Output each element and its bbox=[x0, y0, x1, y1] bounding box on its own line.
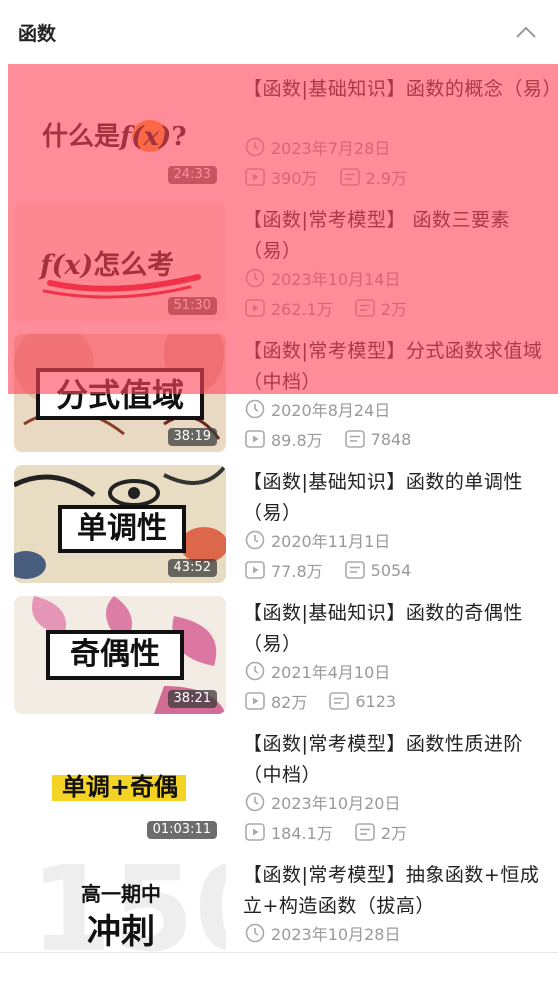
video-title[interactable]: 【函数|基础知识】函数的概念（易） bbox=[243, 74, 558, 105]
publish-date: 2021年4月10日 bbox=[245, 660, 390, 682]
play-count: 77.8万 bbox=[245, 558, 323, 582]
date-text: 2023年10月28日 bbox=[271, 925, 401, 944]
video-title[interactable]: 【函数|基础知识】函数的奇偶性（易） bbox=[243, 598, 553, 660]
danmaku-icon bbox=[339, 168, 360, 186]
thumbnail-caption: 单调性 bbox=[77, 511, 167, 546]
video-item[interactable]: 奇偶性 38:21 【函数|基础知识】函数的奇偶性（易） 2021年4月10日 … bbox=[0, 588, 558, 719]
thumbnail-caption-main: 冲刺 bbox=[87, 912, 155, 952]
play-count-icon bbox=[245, 561, 265, 579]
duration-badge: 38:19 bbox=[167, 428, 217, 446]
clock-icon bbox=[245, 530, 265, 550]
video-title[interactable]: 【函数|常考模型】 函数三要素（易） bbox=[243, 205, 553, 267]
chevron-up-icon[interactable] bbox=[512, 18, 540, 46]
play-count: 82万 bbox=[245, 689, 307, 713]
danmaku-count: 5054 bbox=[344, 561, 411, 580]
video-stats: 77.8万 5054 bbox=[245, 559, 411, 581]
video-stats: 262.1万 2万 bbox=[245, 297, 407, 319]
date-text: 2020年11月1日 bbox=[271, 532, 391, 551]
play-count-icon bbox=[245, 692, 265, 710]
video-thumbnail[interactable]: f(x)怎么考 51:30 bbox=[14, 203, 226, 321]
video-title[interactable]: 【函数|基础知识】函数的单调性（易） bbox=[243, 467, 553, 529]
danmaku-icon bbox=[344, 430, 365, 448]
danmaku-count: 7848 bbox=[344, 430, 411, 449]
date-text: 2021年4月10日 bbox=[271, 663, 391, 682]
video-stats: 184.1万 2万 bbox=[245, 821, 407, 843]
duration-badge: 43:52 bbox=[167, 559, 217, 577]
publish-date: 2023年10月28日 bbox=[245, 922, 400, 944]
publish-date: 2020年11月1日 bbox=[245, 529, 390, 551]
video-item[interactable]: f(x)怎么考 51:30 【函数|常考模型】 函数三要素（易） 2023年10… bbox=[0, 195, 558, 326]
clock-icon bbox=[245, 268, 265, 288]
date-text: 2023年10月14日 bbox=[271, 270, 401, 289]
video-title[interactable]: 【函数|常考模型】分式函数求值域（中档） bbox=[243, 336, 553, 398]
danmaku-icon bbox=[355, 823, 375, 841]
video-thumbnail[interactable]: 单调+奇偶 01:03:11 bbox=[14, 727, 226, 845]
video-thumbnail[interactable]: 150 高一期中 冲刺 bbox=[14, 858, 226, 976]
play-count: 89.8万 bbox=[245, 427, 323, 451]
clock-icon bbox=[245, 661, 265, 681]
video-item[interactable]: 单调性 43:52 【函数|基础知识】函数的单调性（易） 2020年11月1日 … bbox=[0, 457, 558, 588]
video-thumbnail[interactable]: 单调性 43:52 bbox=[14, 465, 226, 583]
date-text: 2023年7月28日 bbox=[271, 139, 391, 158]
thumbnail-caption-top: 高一期中 bbox=[81, 882, 161, 906]
video-stats: 89.8万 7848 bbox=[245, 428, 411, 450]
video-thumbnail[interactable]: 分式值域 38:19 bbox=[14, 334, 226, 452]
publish-date: 2023年10月20日 bbox=[245, 791, 400, 813]
thumbnail-caption: 奇偶性 bbox=[70, 637, 160, 672]
duration-badge: 51:30 bbox=[167, 297, 217, 315]
video-thumbnail[interactable]: 奇偶性 38:21 bbox=[14, 596, 226, 714]
danmaku-icon bbox=[329, 692, 350, 710]
video-stats: 390万 2.9万 bbox=[245, 166, 407, 188]
bottom-divider bbox=[0, 952, 558, 953]
clock-icon bbox=[245, 137, 265, 157]
play-count-icon bbox=[245, 168, 265, 186]
video-item[interactable]: 单调+奇偶 01:03:11 【函数|常考模型】函数性质进阶（中档） 2023年… bbox=[0, 719, 558, 850]
video-title[interactable]: 【函数|常考模型】函数性质进阶（中档） bbox=[243, 729, 553, 791]
date-text: 2023年10月20日 bbox=[271, 794, 401, 813]
video-thumbnail[interactable]: 什么是f(x)? 24:33 bbox=[14, 72, 226, 190]
thumbnail-caption: f(x)怎么考 bbox=[40, 250, 175, 281]
video-title[interactable]: 【函数|常考模型】抽象函数+恒成立+构造函数（拔高） bbox=[243, 860, 553, 922]
video-item[interactable]: 什么是f(x)? 24:33 【函数|基础知识】函数的概念（易） 2023年7月… bbox=[0, 64, 558, 195]
publish-date: 2023年7月28日 bbox=[245, 136, 390, 158]
video-item[interactable]: 分式值域 38:19 【函数|常考模型】分式函数求值域（中档） 2020年8月2… bbox=[0, 326, 558, 457]
danmaku-icon bbox=[355, 299, 375, 317]
clock-icon bbox=[245, 399, 265, 419]
section-title: 函数 bbox=[18, 22, 57, 45]
thumbnail-caption: 什么是f(x)? bbox=[42, 122, 187, 152]
danmaku-icon bbox=[344, 561, 365, 579]
thumbnail-caption: 单调+奇偶 bbox=[61, 773, 179, 801]
thumbnail-caption: 分式值域 bbox=[55, 376, 184, 414]
video-stats: 82万 6123 bbox=[245, 690, 396, 712]
danmaku-count: 2万 bbox=[355, 296, 407, 320]
clock-icon bbox=[245, 792, 265, 812]
play-count-icon bbox=[245, 430, 265, 448]
publish-date: 2020年8月24日 bbox=[245, 398, 390, 420]
section-header: 函数 bbox=[0, 0, 558, 64]
clock-icon bbox=[245, 923, 265, 943]
play-count-icon bbox=[245, 823, 265, 841]
date-text: 2020年8月24日 bbox=[271, 401, 391, 420]
play-count-icon bbox=[245, 299, 265, 317]
duration-badge: 24:33 bbox=[167, 166, 217, 184]
danmaku-count: 2.9万 bbox=[339, 165, 407, 189]
duration-badge: 01:03:11 bbox=[146, 821, 217, 839]
publish-date: 2023年10月14日 bbox=[245, 267, 400, 289]
duration-badge: 38:21 bbox=[167, 690, 217, 708]
play-count: 184.1万 bbox=[245, 820, 333, 844]
play-count: 390万 bbox=[245, 165, 318, 189]
danmaku-count: 6123 bbox=[329, 692, 396, 711]
video-item[interactable]: 150 高一期中 冲刺 【函数|常考模型】抽象函数+恒成立+构造函数（拔高） 2… bbox=[0, 850, 558, 981]
play-count: 262.1万 bbox=[245, 296, 333, 320]
danmaku-count: 2万 bbox=[355, 820, 407, 844]
